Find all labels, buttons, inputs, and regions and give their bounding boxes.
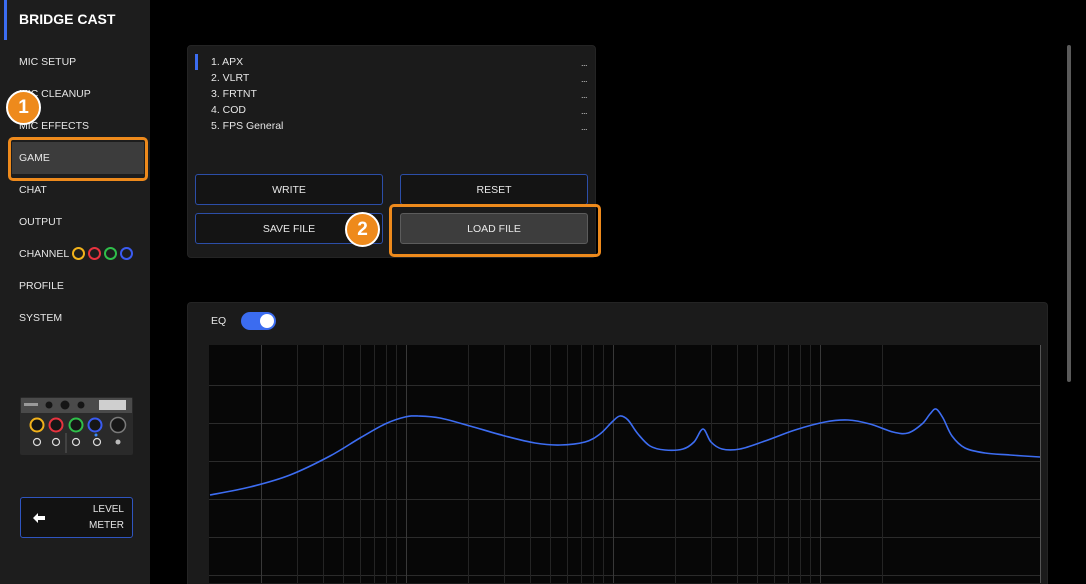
preset-menu-button[interactable]: ... <box>581 119 588 135</box>
annotation-marker-2: 2 <box>345 212 380 247</box>
sidebar-item-output[interactable]: OUTPUT <box>12 206 144 238</box>
eq-panel: EQ <box>187 302 1048 584</box>
device-illustration <box>20 397 133 455</box>
device-channel-knob <box>68 417 84 433</box>
preset-menu-button[interactable]: ... <box>581 71 588 87</box>
preset-name: 3. FRTNT <box>211 88 257 100</box>
level-meter-label: LEVEL METER <box>89 502 124 534</box>
preset-menu-button[interactable]: ... <box>581 103 588 119</box>
device-top-knob <box>60 400 70 410</box>
sidebar: BRIDGE CAST MIC SETUP MIC CLEANUP MIC EF… <box>0 0 150 584</box>
preset-name: 5. FPS General <box>211 120 284 132</box>
sidebar-item-system[interactable]: SYSTEM <box>12 302 144 334</box>
channel-3-circle-icon <box>104 246 118 260</box>
eq-response-curve <box>209 408 1041 496</box>
app-title: BRIDGE CAST <box>19 11 116 27</box>
sidebar-item-profile[interactable]: PROFILE <box>12 270 144 302</box>
device-volume-knob <box>109 416 127 434</box>
channel-1-circle-icon <box>72 246 86 260</box>
annotation-marker-1: 1 <box>6 90 41 125</box>
sidebar-item-label: PROFILE <box>19 280 64 292</box>
preset-item[interactable]: 2. VLRT ... <box>211 70 588 87</box>
channel-2-circle-icon <box>88 246 102 260</box>
device-button <box>115 439 121 445</box>
vertical-scrollbar[interactable] <box>1067 45 1071 382</box>
sidebar-item-label: MIC SETUP <box>19 56 77 68</box>
sidebar-item-label: SYSTEM <box>19 312 63 324</box>
sidebar-item-label: CHAT <box>19 184 47 196</box>
arrow-left-icon <box>33 513 45 523</box>
sidebar-item-channel[interactable]: CHANNEL <box>12 238 144 270</box>
selected-preset-indicator <box>195 54 198 70</box>
preset-name: 4. COD <box>211 104 247 116</box>
highlight-box-game <box>8 137 148 181</box>
preset-item[interactable]: 5. FPS General ... <box>211 118 588 135</box>
level-meter-button[interactable]: LEVEL METER <box>20 497 133 538</box>
device-channel-knob <box>48 417 64 433</box>
write-button[interactable]: WRITE <box>195 174 383 205</box>
preset-menu-button[interactable]: ... <box>581 87 588 103</box>
level-meter-label-line2: METER <box>89 520 124 531</box>
sidebar-item-label: CHANNEL <box>19 248 70 260</box>
eq-toggle[interactable] <box>241 312 276 330</box>
eq-graph-canvas <box>209 345 1041 583</box>
preset-item[interactable]: 1. APX ... <box>211 54 588 71</box>
preset-menu-button[interactable]: ... <box>581 55 588 71</box>
device-top-knob <box>45 401 53 409</box>
reset-button[interactable]: RESET <box>400 174 588 205</box>
preset-name: 1. APX <box>211 56 244 68</box>
arrow-left-icon-glyph <box>33 513 45 523</box>
arrow-left-shape <box>33 513 45 523</box>
device-top-knob <box>77 401 85 409</box>
sidebar-item-label: OUTPUT <box>19 216 63 228</box>
eq-grid <box>209 345 1041 583</box>
preset-item[interactable]: 3. FRTNT ... <box>211 86 588 103</box>
preset-item[interactable]: 4. COD ... <box>211 102 588 119</box>
sidebar-item-mic-setup[interactable]: MIC SETUP <box>12 46 144 78</box>
brand-accent-bar <box>4 0 7 40</box>
device-logo-strip <box>24 403 38 406</box>
device-image <box>20 397 133 455</box>
preset-name: 2. VLRT <box>211 72 250 84</box>
eq-graph[interactable] <box>209 345 1041 583</box>
device-channel-knob <box>87 417 103 433</box>
eq-label: EQ <box>211 315 227 327</box>
device-led <box>94 433 98 437</box>
level-meter-label-line1: LEVEL <box>92 504 124 515</box>
eq-toggle-knob <box>260 314 274 328</box>
highlight-box-load-file <box>389 204 601 257</box>
channel-4-circle-icon <box>120 246 134 260</box>
device-display <box>99 400 126 410</box>
device-channel-knob <box>29 417 45 433</box>
